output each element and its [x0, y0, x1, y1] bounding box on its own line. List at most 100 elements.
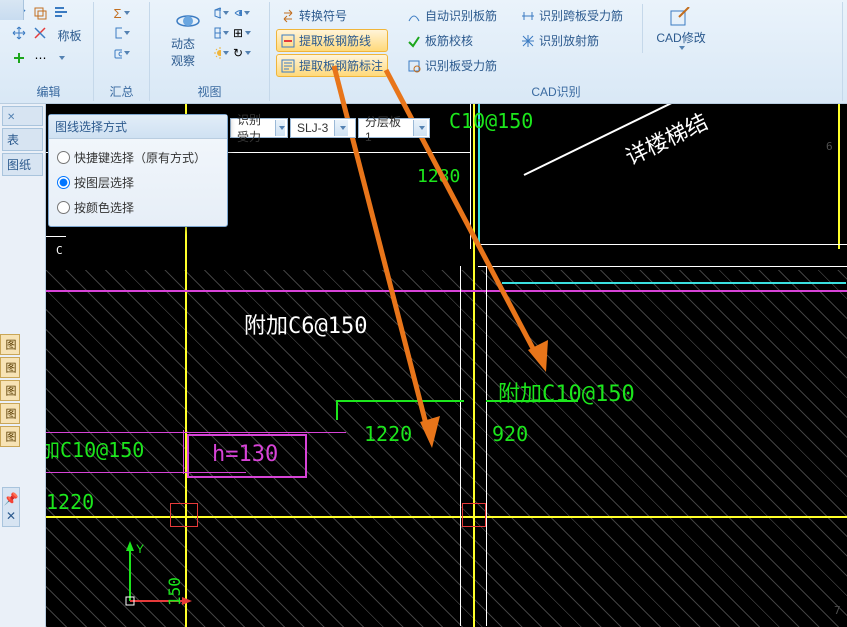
dim-1220a: 1220 — [364, 422, 412, 446]
combo-slj[interactable]: SLJ-3 — [290, 118, 356, 138]
extract-rebar-note-button[interactable]: 提取板钢筋标注 — [276, 54, 388, 77]
vertical-tab-5[interactable]: 图 — [0, 426, 20, 447]
cube-icon[interactable] — [212, 4, 230, 22]
dock-table-label: 表 — [7, 133, 19, 147]
check-rebar-button[interactable]: 板筋校核 — [402, 29, 502, 52]
grid-num-7: 7 — [834, 604, 841, 617]
rec-radiate-button[interactable]: 识别放射筋 — [516, 29, 628, 52]
dim-1280: 1280 — [417, 166, 460, 187]
rec-span-label: 识别跨板受力筋 — [539, 7, 623, 24]
ribbon-group-view: 动态观察 ⊞ ↻ 视图 — [150, 2, 270, 101]
close-icon[interactable]: ✕ — [7, 112, 15, 123]
extract-rebar-line-button[interactable]: 提取板钢筋线 — [276, 29, 388, 52]
check-icon — [407, 34, 421, 48]
radio-shortcut-label: 快捷键选择（原有方式） — [74, 149, 206, 166]
stair-note: 详楼梯结 — [619, 104, 712, 171]
combo-slj-label: SLJ-3 — [297, 121, 328, 135]
grid-icon[interactable] — [212, 24, 230, 42]
vertical-tab-2[interactable]: 图 — [0, 357, 20, 378]
convert-icon — [281, 9, 295, 23]
plus-icon[interactable] — [10, 49, 28, 67]
cad-modify-icon — [669, 7, 693, 29]
auto-rebar-button[interactable]: 自动识别板筋 — [402, 4, 502, 27]
radio-color[interactable]: 按颜色选择 — [57, 195, 219, 220]
rebar-note-3: 附加C10@150 — [498, 376, 635, 408]
dropdown-caret-icon[interactable] — [52, 49, 70, 67]
align-icon[interactable] — [52, 4, 70, 22]
group-label-view: 视图 — [197, 81, 221, 101]
radio-layer-input[interactable] — [57, 176, 70, 189]
group-label-sum: 汇总 — [109, 81, 133, 101]
radio-layer-label: 按图层选择 — [74, 174, 134, 191]
chevron-down-icon[interactable] — [334, 120, 348, 136]
radiate-icon — [521, 34, 535, 48]
rec-span-button[interactable]: 识别跨板受力筋 — [516, 4, 628, 27]
group-label-cad: CAD识别 — [531, 81, 580, 101]
red-marker-2 — [170, 503, 198, 527]
combo-rec-force[interactable]: 识别受力 — [230, 118, 288, 138]
ucs-icon: Y — [112, 539, 212, 619]
dynobs-label: 动态观察 — [171, 35, 205, 69]
refresh-icon[interactable]: ↻ — [233, 44, 251, 62]
dock-header-table[interactable]: 表 — [2, 128, 43, 151]
ribbon: 称板 ⋯ 编辑 Σ 汇总 动态观察 — [0, 0, 847, 104]
svg-text:Y: Y — [136, 542, 144, 556]
convert-symbol-label: 转换符号 — [299, 7, 347, 24]
rebar-note-2: 附加C6@150 — [244, 308, 367, 340]
extract-rebar-note-label: 提取板钢筋标注 — [299, 57, 383, 74]
red-marker — [462, 503, 486, 527]
combo-layer[interactable]: 分层板1 — [358, 118, 430, 138]
radio-shortcut-input[interactable] — [57, 151, 70, 164]
popup-title: 图线选择方式 — [49, 115, 227, 139]
left-dock: ✕ 表 图纸 图 图 图 图 图 📌 ✕ — [0, 104, 46, 627]
tool-dots-icon[interactable]: ⋯ — [31, 49, 49, 67]
tool-copy-icon[interactable] — [31, 4, 49, 22]
orbit-icon — [174, 7, 202, 35]
convert-symbol-button[interactable]: 转换符号 — [276, 4, 388, 27]
trim-icon[interactable] — [31, 24, 49, 42]
dynobs-button[interactable]: 动态观察 — [168, 4, 208, 72]
dim-150: 150 — [165, 577, 184, 606]
sum-camera-icon[interactable] — [113, 44, 131, 62]
rec-force-icon — [407, 59, 421, 73]
view-misc-icon[interactable]: ⊞ — [233, 24, 251, 42]
extract-line-icon — [281, 34, 295, 48]
mark-c: C — [56, 244, 63, 257]
combo-rec-force-label: 识别受力 — [237, 111, 269, 145]
combo-layer-label: 分层板1 — [365, 113, 407, 144]
auto-rebar-icon — [407, 9, 421, 23]
extract-note-icon — [281, 59, 295, 73]
rec-radiate-label: 识别放射筋 — [539, 32, 599, 49]
radio-shortcut[interactable]: 快捷键选择（原有方式） — [57, 145, 219, 170]
calc-button[interactable]: 称板 — [52, 24, 86, 47]
group-label-edit: 编辑 — [36, 81, 60, 101]
vertical-tab-1[interactable]: 图 — [0, 334, 20, 355]
move-icon[interactable] — [10, 24, 28, 42]
auto-rebar-label: 自动识别板筋 — [425, 7, 497, 24]
radio-color-label: 按颜色选择 — [74, 199, 134, 216]
dock-pin-tab[interactable]: 📌 ✕ — [2, 487, 20, 527]
dock-header-drawing[interactable]: 图纸 — [2, 153, 43, 176]
calc-button-label: 称板 — [57, 27, 81, 44]
dock-header-1[interactable]: ✕ — [2, 106, 43, 126]
rec-force-label: 识别板受力筋 — [425, 57, 497, 74]
vertical-tab-3[interactable]: 图 — [0, 380, 20, 401]
check-rebar-label: 板筋校核 — [425, 32, 473, 49]
sum-doc-icon[interactable] — [113, 24, 131, 42]
chevron-down-icon[interactable] — [275, 120, 285, 136]
vertical-tab-4[interactable]: 图 — [0, 403, 20, 424]
ribbon-group-cad: 转换符号 提取板钢筋线 提取板钢筋标注 自动识别板筋 板筋校核 识别板受力筋 识… — [270, 2, 843, 101]
sigma-icon[interactable]: Σ — [113, 4, 131, 22]
h130-label: h=130 — [212, 442, 278, 467]
rec-force-button[interactable]: 识别板受力筋 — [402, 54, 502, 77]
cad-modify-button[interactable]: CAD修改 — [651, 4, 711, 53]
sun-icon[interactable] — [212, 44, 230, 62]
radio-color-input[interactable] — [57, 201, 70, 214]
eye-icon[interactable] — [233, 4, 251, 22]
grid-num-6: 6 — [826, 140, 833, 153]
radio-layer[interactable]: 按图层选择 — [57, 170, 219, 195]
chevron-down-icon[interactable] — [413, 120, 427, 136]
line-select-popup: 图线选择方式 快捷键选择（原有方式） 按图层选择 按颜色选择 — [48, 114, 228, 227]
rebar-note-4: 加C10@150 — [46, 434, 144, 463]
span-icon — [521, 9, 535, 23]
